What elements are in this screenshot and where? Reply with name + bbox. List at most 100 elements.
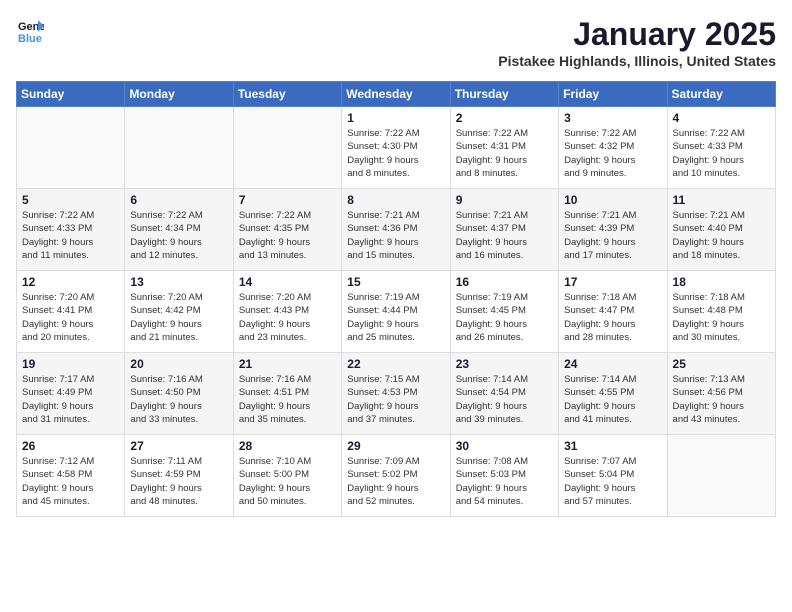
day-info: Sunrise: 7:11 AM Sunset: 4:59 PM Dayligh… — [130, 455, 227, 508]
calendar-cell: 23 Sunrise: 7:14 AM Sunset: 4:54 PM Dayli… — [450, 353, 558, 435]
location: Pistakee Highlands, Illinois, United Sta… — [498, 53, 776, 69]
day-info: Sunrise: 7:19 AM Sunset: 4:45 PM Dayligh… — [456, 291, 553, 344]
calendar-cell: 24 Sunrise: 7:14 AM Sunset: 4:55 PM Dayli… — [559, 353, 667, 435]
day-number: 9 — [456, 193, 553, 207]
week-row-5: 26 Sunrise: 7:12 AM Sunset: 4:58 PM Dayli… — [17, 435, 776, 517]
week-row-2: 5 Sunrise: 7:22 AM Sunset: 4:33 PM Daylig… — [17, 189, 776, 271]
calendar-cell: 13 Sunrise: 7:20 AM Sunset: 4:42 PM Dayli… — [125, 271, 233, 353]
day-number: 26 — [22, 439, 119, 453]
calendar-cell: 4 Sunrise: 7:22 AM Sunset: 4:33 PM Daylig… — [667, 107, 775, 189]
weekday-header-thursday: Thursday — [450, 82, 558, 107]
day-number: 7 — [239, 193, 336, 207]
day-info: Sunrise: 7:20 AM Sunset: 4:42 PM Dayligh… — [130, 291, 227, 344]
calendar-cell — [667, 435, 775, 517]
day-info: Sunrise: 7:15 AM Sunset: 4:53 PM Dayligh… — [347, 373, 444, 426]
day-info: Sunrise: 7:22 AM Sunset: 4:33 PM Dayligh… — [22, 209, 119, 262]
weekday-header-row: SundayMondayTuesdayWednesdayThursdayFrid… — [17, 82, 776, 107]
day-number: 18 — [673, 275, 770, 289]
day-number: 29 — [347, 439, 444, 453]
day-number: 28 — [239, 439, 336, 453]
calendar-cell: 1 Sunrise: 7:22 AM Sunset: 4:30 PM Daylig… — [342, 107, 450, 189]
day-info: Sunrise: 7:21 AM Sunset: 4:40 PM Dayligh… — [673, 209, 770, 262]
calendar-cell: 19 Sunrise: 7:17 AM Sunset: 4:49 PM Dayli… — [17, 353, 125, 435]
day-info: Sunrise: 7:19 AM Sunset: 4:44 PM Dayligh… — [347, 291, 444, 344]
calendar-cell: 30 Sunrise: 7:08 AM Sunset: 5:03 PM Dayli… — [450, 435, 558, 517]
week-row-3: 12Sunrise: 7:20 AM Sunset: 4:41 PM Dayli… — [17, 271, 776, 353]
calendar-cell: 14 Sunrise: 7:20 AM Sunset: 4:43 PM Dayli… — [233, 271, 341, 353]
day-number: 24 — [564, 357, 661, 371]
calendar-cell — [17, 107, 125, 189]
calendar-cell: 26 Sunrise: 7:12 AM Sunset: 4:58 PM Dayli… — [17, 435, 125, 517]
day-info: Sunrise: 7:21 AM Sunset: 4:39 PM Dayligh… — [564, 209, 661, 262]
day-number: 6 — [130, 193, 227, 207]
calendar-cell: 3 Sunrise: 7:22 AM Sunset: 4:32 PM Daylig… — [559, 107, 667, 189]
day-info: Sunrise: 7:07 AM Sunset: 5:04 PM Dayligh… — [564, 455, 661, 508]
weekday-header-sunday: Sunday — [17, 82, 125, 107]
calendar-cell: 25 Sunrise: 7:13 AM Sunset: 4:56 PM Dayli… — [667, 353, 775, 435]
day-info: Sunrise: 7:21 AM Sunset: 4:36 PM Dayligh… — [347, 209, 444, 262]
day-info: Sunrise: 7:14 AM Sunset: 4:54 PM Dayligh… — [456, 373, 553, 426]
calendar-cell: 20Sunrise: 7:16 AM Sunset: 4:50 PM Dayli… — [125, 353, 233, 435]
day-number: 1 — [347, 111, 444, 125]
day-number: 12 — [22, 275, 119, 289]
day-number: 20 — [130, 357, 227, 371]
day-number: 11 — [673, 193, 770, 207]
weekday-header-friday: Friday — [559, 82, 667, 107]
day-info: Sunrise: 7:22 AM Sunset: 4:32 PM Dayligh… — [564, 127, 661, 180]
day-info: Sunrise: 7:10 AM Sunset: 5:00 PM Dayligh… — [239, 455, 336, 508]
calendar-cell: 29 Sunrise: 7:09 AM Sunset: 5:02 PM Dayli… — [342, 435, 450, 517]
weekday-header-monday: Monday — [125, 82, 233, 107]
calendar-cell: 10 Sunrise: 7:21 AM Sunset: 4:39 PM Dayli… — [559, 189, 667, 271]
day-number: 3 — [564, 111, 661, 125]
day-info: Sunrise: 7:22 AM Sunset: 4:33 PM Dayligh… — [673, 127, 770, 180]
calendar-cell: 31Sunrise: 7:07 AM Sunset: 5:04 PM Dayli… — [559, 435, 667, 517]
week-row-4: 19 Sunrise: 7:17 AM Sunset: 4:49 PM Dayli… — [17, 353, 776, 435]
day-info: Sunrise: 7:22 AM Sunset: 4:35 PM Dayligh… — [239, 209, 336, 262]
day-info: Sunrise: 7:17 AM Sunset: 4:49 PM Dayligh… — [22, 373, 119, 426]
day-info: Sunrise: 7:13 AM Sunset: 4:56 PM Dayligh… — [673, 373, 770, 426]
calendar-cell: 27 Sunrise: 7:11 AM Sunset: 4:59 PM Dayli… — [125, 435, 233, 517]
calendar-cell: 6Sunrise: 7:22 AM Sunset: 4:34 PM Daylig… — [125, 189, 233, 271]
day-number: 4 — [673, 111, 770, 125]
calendar-cell: 12Sunrise: 7:20 AM Sunset: 4:41 PM Dayli… — [17, 271, 125, 353]
day-number: 13 — [130, 275, 227, 289]
day-number: 8 — [347, 193, 444, 207]
day-number: 22 — [347, 357, 444, 371]
day-number: 27 — [130, 439, 227, 453]
calendar-cell — [233, 107, 341, 189]
calendar-cell: 7 Sunrise: 7:22 AM Sunset: 4:35 PM Daylig… — [233, 189, 341, 271]
day-number: 10 — [564, 193, 661, 207]
day-number: 14 — [239, 275, 336, 289]
weekday-header-wednesday: Wednesday — [342, 82, 450, 107]
title-block: January 2025 Pistakee Highlands, Illinoi… — [498, 16, 776, 69]
day-info: Sunrise: 7:12 AM Sunset: 4:58 PM Dayligh… — [22, 455, 119, 508]
calendar-cell: 21Sunrise: 7:16 AM Sunset: 4:51 PM Dayli… — [233, 353, 341, 435]
calendar-cell — [125, 107, 233, 189]
svg-text:Blue: Blue — [18, 33, 42, 44]
day-number: 2 — [456, 111, 553, 125]
day-info: Sunrise: 7:14 AM Sunset: 4:55 PM Dayligh… — [564, 373, 661, 426]
calendar-cell: 15 Sunrise: 7:19 AM Sunset: 4:44 PM Dayli… — [342, 271, 450, 353]
day-number: 25 — [673, 357, 770, 371]
month-title: January 2025 — [498, 16, 776, 53]
day-info: Sunrise: 7:20 AM Sunset: 4:43 PM Dayligh… — [239, 291, 336, 344]
weekday-header-tuesday: Tuesday — [233, 82, 341, 107]
calendar-cell: 22 Sunrise: 7:15 AM Sunset: 4:53 PM Dayli… — [342, 353, 450, 435]
logo: General Blue — [16, 16, 44, 44]
calendar-cell: 17Sunrise: 7:18 AM Sunset: 4:47 PM Dayli… — [559, 271, 667, 353]
calendar-table: SundayMondayTuesdayWednesdayThursdayFrid… — [16, 81, 776, 517]
day-number: 5 — [22, 193, 119, 207]
day-number: 19 — [22, 357, 119, 371]
logo-icon: General Blue — [16, 16, 44, 44]
calendar-cell: 16Sunrise: 7:19 AM Sunset: 4:45 PM Dayli… — [450, 271, 558, 353]
day-number: 15 — [347, 275, 444, 289]
day-number: 23 — [456, 357, 553, 371]
day-info: Sunrise: 7:22 AM Sunset: 4:30 PM Dayligh… — [347, 127, 444, 180]
day-info: Sunrise: 7:08 AM Sunset: 5:03 PM Dayligh… — [456, 455, 553, 508]
weekday-header-saturday: Saturday — [667, 82, 775, 107]
calendar-cell: 9Sunrise: 7:21 AM Sunset: 4:37 PM Daylig… — [450, 189, 558, 271]
calendar-cell: 5 Sunrise: 7:22 AM Sunset: 4:33 PM Daylig… — [17, 189, 125, 271]
calendar-cell: 11 Sunrise: 7:21 AM Sunset: 4:40 PM Dayli… — [667, 189, 775, 271]
day-number: 30 — [456, 439, 553, 453]
day-info: Sunrise: 7:09 AM Sunset: 5:02 PM Dayligh… — [347, 455, 444, 508]
